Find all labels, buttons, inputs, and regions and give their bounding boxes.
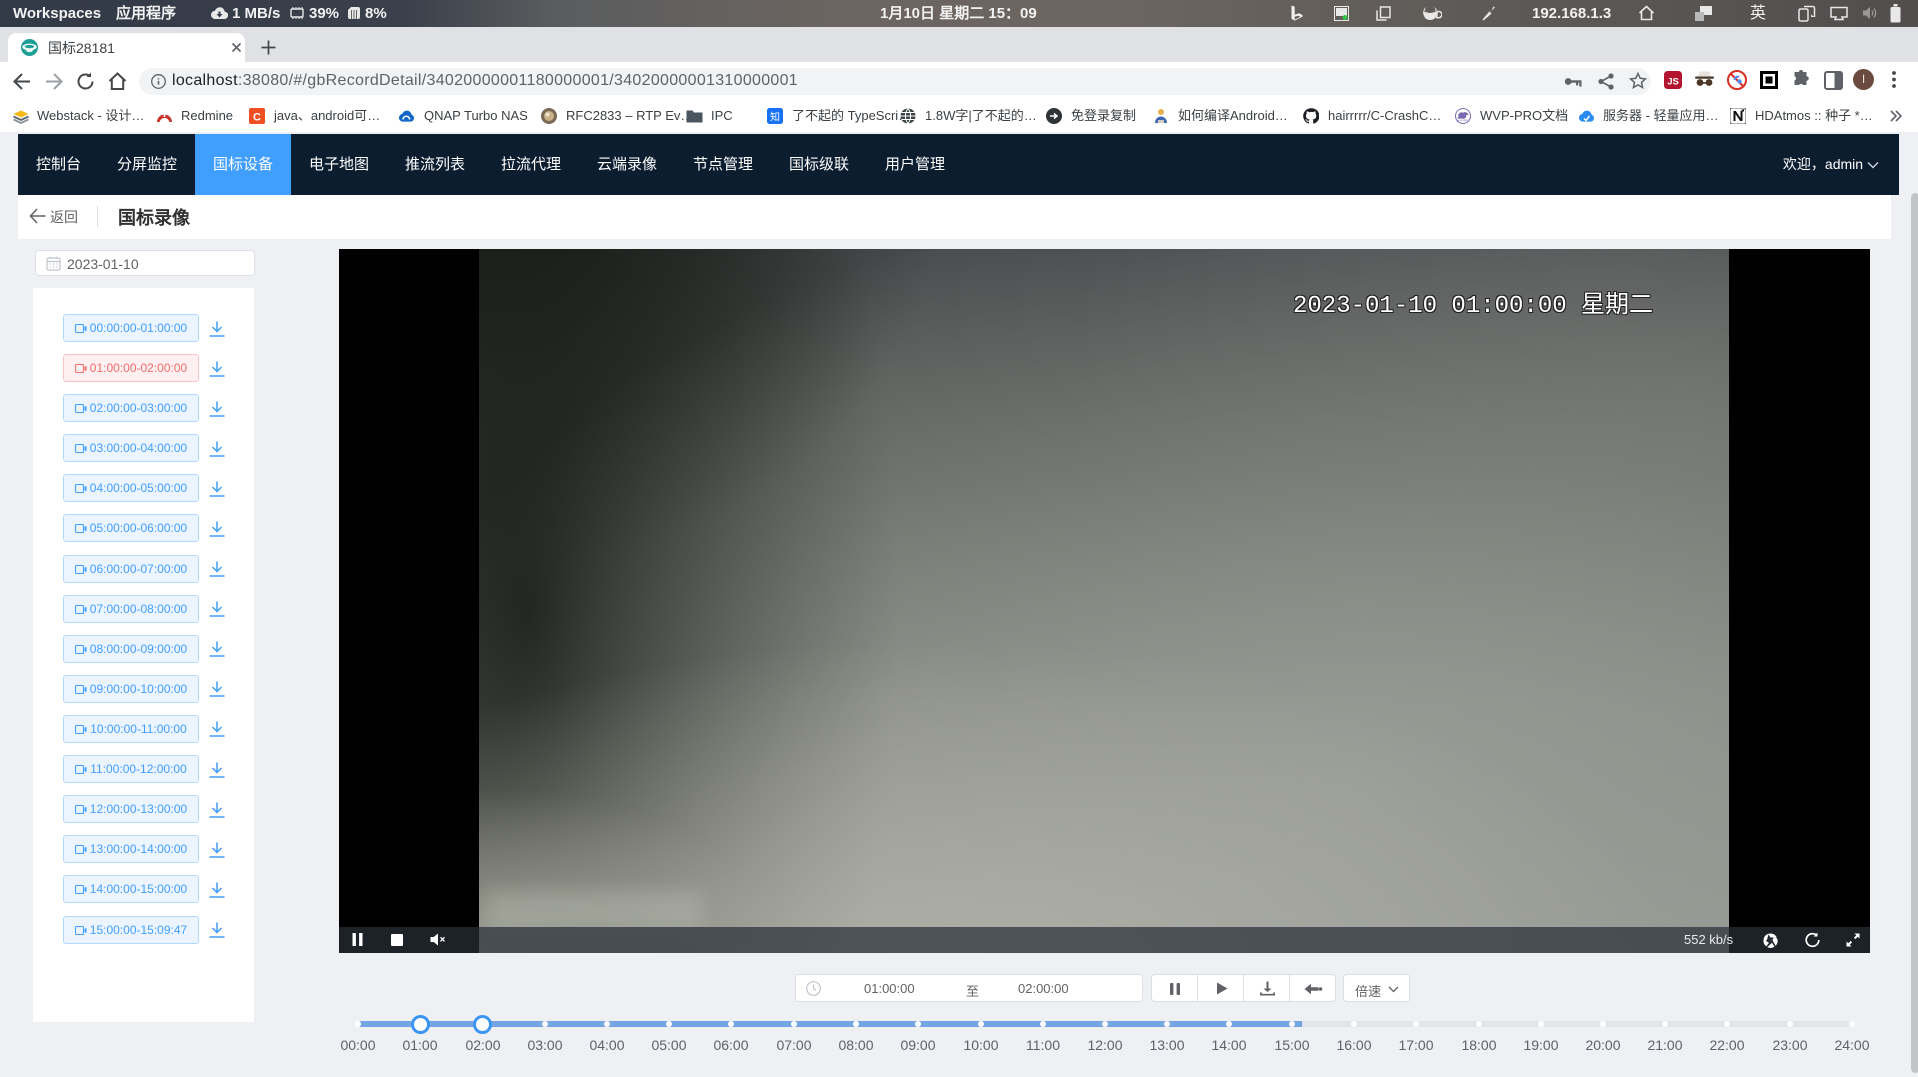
- svg-text:WVP-PRO: WVP-PRO: [1457, 119, 1469, 123]
- svg-text:知: 知: [770, 111, 780, 124]
- svg-text:C: C: [253, 112, 261, 124]
- svg-text:JS: JS: [1667, 77, 1679, 88]
